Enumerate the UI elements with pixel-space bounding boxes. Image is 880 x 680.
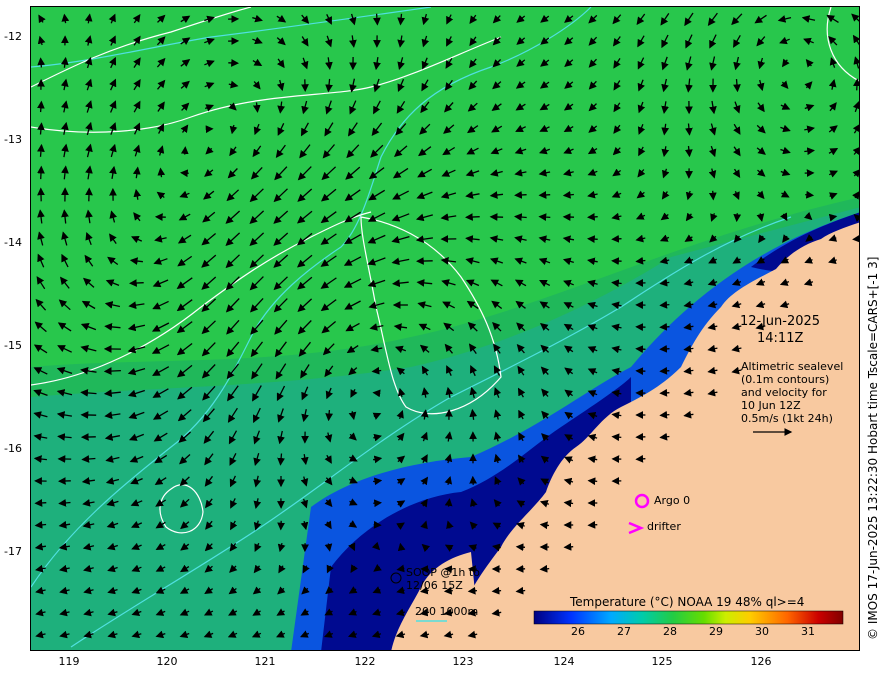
velocity-arrow	[103, 367, 121, 375]
lat-tick: -17	[4, 545, 22, 558]
velocity-arrow	[659, 388, 670, 397]
lat-tick: -12	[4, 30, 22, 43]
velocity-arrow	[659, 300, 670, 309]
velocity-arrow	[611, 433, 622, 442]
velocity-arrow	[853, 78, 859, 91]
lon-tick: 124	[553, 655, 575, 668]
velocity-arrow	[708, 190, 717, 201]
velocity-arrow	[587, 235, 598, 244]
colorbar	[533, 610, 844, 625]
colorbar-tick: 31	[801, 625, 815, 638]
velocity-arrow	[515, 543, 526, 552]
velocity-arrow	[37, 165, 45, 180]
velocity-arrow	[373, 13, 381, 26]
velocity-arrow	[587, 477, 598, 486]
lon-tick: 122	[354, 655, 376, 668]
velocity-arrow	[659, 410, 670, 419]
lat-tick: -13	[4, 133, 22, 146]
lon-tick: 123	[452, 655, 474, 668]
time-label: 14:11Z	[757, 331, 804, 346]
velocity-arrow	[37, 57, 46, 68]
velocity-arrow	[373, 499, 382, 508]
velocity-arrow	[635, 345, 646, 354]
colorbar-tick: 28	[663, 625, 677, 638]
legend-line: and velocity for	[741, 386, 827, 399]
soop-label: 12/06 15Z	[406, 579, 463, 592]
soop-label: SOOP @1h to	[406, 566, 480, 579]
velocity-arrow	[34, 499, 47, 507]
lon-tick: 126	[750, 655, 772, 668]
velocity-arrow	[514, 191, 527, 199]
lon-tick: 119	[58, 655, 80, 668]
sst-map	[31, 7, 859, 650]
velocity-arrow	[180, 146, 189, 155]
legend-line: Altimetric sealevel	[741, 360, 844, 373]
colorbar-tick: 27	[617, 625, 631, 638]
velocity-arrow	[539, 564, 550, 573]
lat-tick: -16	[4, 442, 22, 455]
velocity-arrow	[659, 344, 670, 353]
lon-tick: 121	[254, 655, 276, 668]
velocity-arrow	[733, 213, 742, 223]
lat-tick: -15	[4, 339, 22, 352]
velocity-arrow	[805, 190, 815, 199]
colorbar-tick: 29	[709, 625, 723, 638]
lon-tick: 125	[651, 655, 673, 668]
lon-tick: 120	[156, 655, 178, 668]
velocity-arrow	[852, 234, 859, 243]
colorbar-tick: 26	[571, 625, 585, 638]
colorbar-title: Temperature (°C) NOAA 19 48% ql>=4	[570, 595, 805, 609]
velocity-arrow	[372, 389, 381, 398]
date-label: 12-Jun-2025	[740, 314, 821, 329]
velocity-arrow	[611, 234, 622, 243]
velocity-arrow	[587, 520, 598, 529]
velocity-arrow	[635, 454, 646, 463]
velocity-arrow	[538, 191, 551, 199]
velocity-arrow	[180, 169, 189, 178]
drifter-label: drifter	[647, 520, 681, 533]
velocity-arrow	[563, 542, 574, 551]
velocity-arrow	[491, 586, 502, 595]
legend-line: 10 Jun 12Z	[741, 399, 801, 412]
lat-tick: -14	[4, 236, 22, 249]
argo-label: Argo 0	[654, 494, 691, 507]
velocity-arrow	[465, 213, 480, 221]
velocity-arrow	[129, 279, 144, 287]
velocity-arrow	[587, 212, 598, 221]
velocity-arrow	[467, 586, 478, 595]
legend-line: (0.1m contours)	[741, 373, 830, 386]
colorbar-tick: 30	[755, 625, 769, 638]
velocity-arrow	[37, 100, 45, 113]
velocity-arrow	[325, 410, 334, 422]
velocity-arrow	[659, 322, 670, 331]
velocity-arrow	[538, 213, 551, 221]
velocity-arrow	[659, 366, 670, 375]
bathy-legend-label: 200 1000m	[415, 605, 479, 618]
side-credit: © IMOS 17-Jun-2025 13:22:30 Hobart time …	[866, 256, 880, 640]
map-panel[interactable]	[30, 6, 860, 651]
legend-line: 0.5m/s (1kt 24h)	[741, 412, 833, 425]
